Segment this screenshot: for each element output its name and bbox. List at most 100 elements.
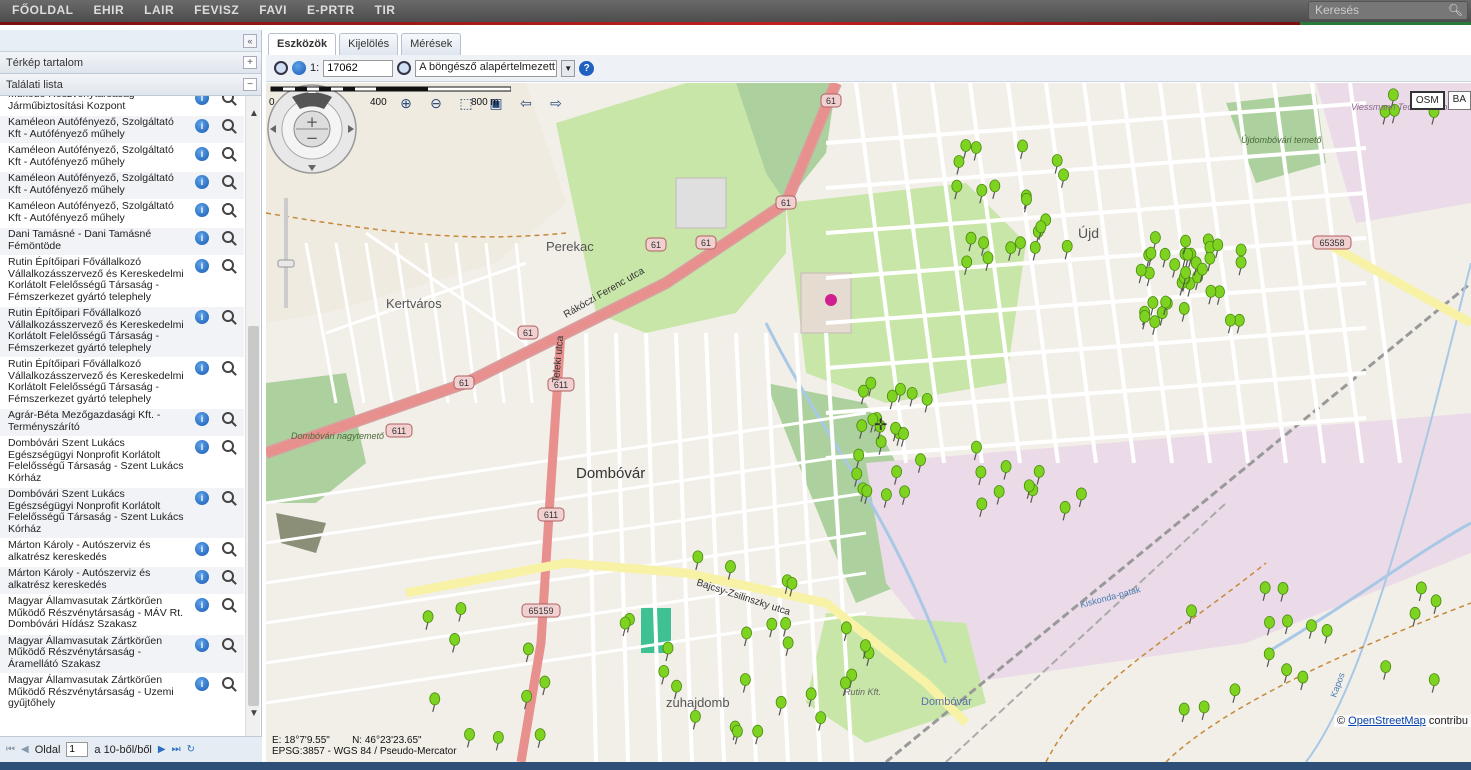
zoom-to-icon[interactable] [222, 542, 234, 554]
hospital-icon[interactable] [825, 294, 837, 306]
zoom-slider[interactable] [276, 198, 296, 308]
list-item[interactable]: Kaméleon Autófényező, Szolgáltató Kft - … [0, 144, 244, 172]
road-shield: 61 [645, 237, 667, 252]
zoom-tool-icon[interactable] [274, 61, 288, 75]
first-page-icon[interactable]: ⏮︎ [6, 744, 15, 755]
label-cemetery2: Újdombóvári temető [1241, 135, 1323, 145]
nav-item-ehir[interactable]: EHIR [94, 3, 125, 17]
list-item[interactable]: Márton Károly - Autószerviz és alkatrész… [0, 539, 244, 567]
info-icon[interactable]: i [195, 119, 209, 133]
nav-item-fevisz[interactable]: FEVISZ [194, 3, 239, 17]
zoom-to-icon[interactable] [222, 440, 234, 452]
map-content-header[interactable]: Térkép tartalom + [0, 52, 261, 74]
info-icon[interactable]: i [195, 259, 209, 273]
list-item[interactable]: Rutin Építőipari Fővállalkozó Vállalkozá… [0, 358, 244, 409]
expand-icon[interactable]: + [243, 56, 257, 69]
tab-eszkozok[interactable]: Eszközök [268, 33, 337, 55]
info-icon[interactable]: i [195, 361, 209, 375]
zoom-to-icon[interactable] [222, 259, 234, 271]
attribution-suffix: contribu [1428, 715, 1468, 727]
info-icon[interactable]: i [195, 440, 209, 454]
results-title: Találati lista [6, 79, 63, 91]
nav-item-lair[interactable]: LAIR [144, 3, 174, 17]
chevron-down-icon[interactable]: ▼ [561, 59, 576, 77]
zoom-to-scale-icon[interactable] [397, 61, 412, 75]
list-item[interactable]: Dani Tamásné - Dani Tamásné Fémöntöde i [0, 228, 244, 256]
zoom-to-icon[interactable] [222, 412, 234, 424]
scrollbar-thumb[interactable] [248, 326, 259, 706]
info-icon[interactable]: i [195, 147, 209, 161]
back-arrow-icon[interactable]: ⇦ [518, 95, 534, 111]
zoom-to-icon[interactable] [222, 203, 234, 215]
zoom-to-icon[interactable] [222, 361, 234, 373]
zoom-to-icon[interactable] [222, 175, 234, 187]
list-item[interactable]: Agrár-Béta Mezőgazdasági Kft. - Terménys… [0, 409, 244, 437]
zoom-to-icon[interactable] [222, 147, 234, 159]
zoom-to-icon[interactable] [222, 231, 234, 243]
results-scrollbar[interactable]: ▲ ▼ [245, 96, 260, 736]
collapse-icon[interactable]: − [243, 78, 257, 91]
results-header[interactable]: Találati lista − [0, 74, 261, 96]
tab-meresek[interactable]: Mérések [401, 33, 462, 55]
tab-kijeloles[interactable]: Kijelölés [339, 33, 399, 55]
search-input[interactable]: Keresés 🔍︎ [1308, 1, 1468, 20]
zoom-to-icon[interactable] [222, 491, 234, 503]
list-item[interactable]: Rutin Építőipari Fővállalkozó Vállalkozá… [0, 256, 244, 307]
next-page-icon[interactable]: ▶ [158, 744, 166, 755]
projection-select[interactable]: A böngésző alapértelmezett n [415, 59, 558, 77]
list-item[interactable]: Magyar Államvasutak Zártkörűen Működő Ré… [0, 674, 244, 714]
osm-link[interactable]: OpenStreetMap [1348, 715, 1426, 727]
list-item[interactable]: Dombóvári Szent Lukács Egészségügyi Nonp… [0, 488, 244, 539]
list-item[interactable]: Márton Károly - Autószerviz és alkatrész… [0, 567, 244, 595]
zoom-to-icon[interactable] [222, 677, 234, 689]
info-icon[interactable]: i [195, 203, 209, 217]
info-icon[interactable]: i [195, 310, 209, 324]
collapse-panel-button[interactable]: « [243, 34, 257, 48]
info-icon[interactable]: i [195, 542, 209, 556]
list-item[interactable]: Működő Részvénytársaság - Járműbiztosítá… [0, 96, 244, 116]
zoom-to-icon[interactable] [222, 637, 234, 650]
list-item[interactable]: Rutin Építőipari Fővállalkozó Vállalkozá… [0, 307, 244, 358]
nav-item-favi[interactable]: FAVI [259, 3, 287, 17]
last-page-icon[interactable]: ⏭︎ [172, 744, 181, 755]
info-icon[interactable]: i [195, 412, 209, 426]
map-view[interactable]: 61 61 61 61 61 61 611 611 611 65159 65358 Perekac … [266, 83, 1471, 762]
nav-item-eprtr[interactable]: E-PRTR [307, 3, 355, 17]
page-number-input[interactable] [66, 742, 89, 757]
list-item[interactable]: Magyar Államvasutak Zártkörűen Működő Ré… [0, 595, 244, 635]
search-icon[interactable]: 🔍︎ [1448, 3, 1463, 17]
info-icon[interactable]: i [195, 96, 209, 105]
list-item[interactable]: Kaméleon Autófényező, Szolgáltató Kft - … [0, 200, 244, 228]
list-item[interactable]: Kaméleon Autófényező, Szolgáltató Kft - … [0, 172, 244, 200]
list-item-label: Dombóvári Szent Lukács Egészségügyi Nonp… [8, 437, 184, 484]
info-icon[interactable]: i [195, 637, 209, 652]
zoom-to-icon[interactable] [222, 310, 234, 322]
info-icon[interactable]: i [195, 570, 209, 584]
scroll-down-icon[interactable]: ▼ [249, 708, 259, 719]
zoom-to-icon[interactable] [222, 119, 234, 131]
info-icon[interactable]: i [195, 175, 209, 189]
prev-page-icon[interactable]: ◀ [21, 744, 29, 755]
layer-osm-button[interactable]: OSM [1409, 91, 1445, 110]
refresh-icon[interactable]: ↻ [187, 744, 195, 755]
info-icon[interactable]: i [195, 677, 209, 691]
zoom-to-icon[interactable] [222, 598, 234, 610]
nav-item-fooldal[interactable]: FŐOLDAL [12, 3, 74, 17]
zoom-to-icon[interactable] [222, 570, 234, 582]
info-tool-icon[interactable] [292, 61, 306, 75]
info-icon[interactable]: i [195, 491, 209, 505]
layer-ba-button[interactable]: BA [1447, 91, 1471, 110]
info-icon[interactable]: i [195, 598, 209, 612]
list-item[interactable]: Kaméleon Autófényező, Szolgáltató Kft - … [0, 116, 244, 144]
scale-prefix: 1: [310, 62, 320, 74]
list-item[interactable]: Magyar Államvasutak Zártkörűen Működő Ré… [0, 634, 244, 674]
help-icon[interactable]: ? [579, 60, 595, 76]
scale-input[interactable] [323, 59, 394, 77]
nav-item-tir[interactable]: TIR [375, 3, 396, 17]
forward-arrow-icon[interactable]: ⇨ [548, 95, 564, 111]
list-item[interactable]: Dombóvári Szent Lukács Egészségügyi Nonp… [0, 437, 244, 488]
list-item-label: Működő Részvénytársaság - Járműbiztosítá… [8, 96, 141, 112]
info-icon[interactable]: i [195, 231, 209, 245]
scroll-up-icon[interactable]: ▲ [249, 108, 259, 119]
zoom-to-icon[interactable] [222, 96, 234, 103]
